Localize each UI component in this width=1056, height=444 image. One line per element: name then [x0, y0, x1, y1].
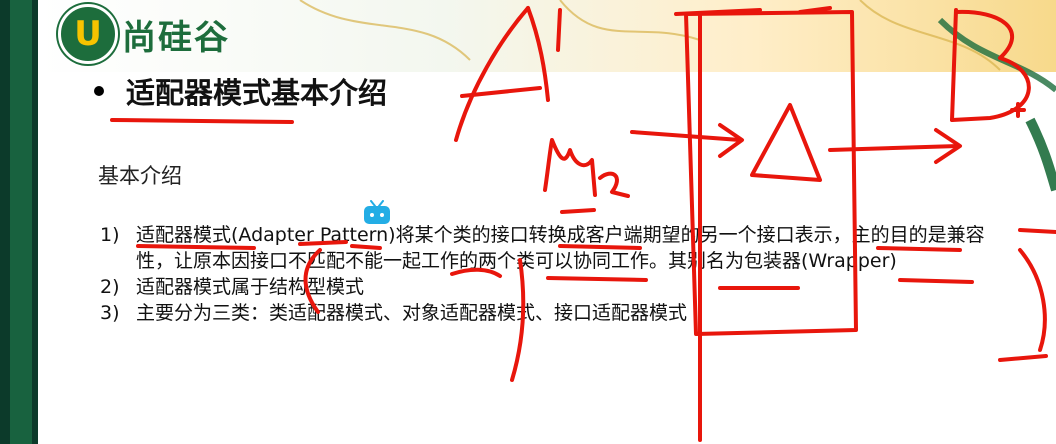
list-item-number: 1)	[100, 224, 120, 246]
logo-badge-icon: U	[58, 4, 118, 64]
left-border	[0, 0, 38, 444]
screen: U 尚硅谷 适配器模式基本介绍 基本介绍 1) 适配器模式(Adapter Pa…	[0, 0, 1056, 444]
section-label: 基本介绍	[98, 164, 182, 188]
left-border-stripe	[10, 0, 32, 444]
list-item-text: 适配器模式(Adapter Pattern)将某个类的接口转换成客户端期望的另一…	[136, 224, 985, 272]
bilibili-tv-icon	[364, 200, 390, 224]
slide-title: 适配器模式基本介绍	[126, 76, 388, 110]
logo-badge-letter: U	[74, 14, 102, 54]
bullet-icon	[94, 86, 104, 96]
list-item: 2) 适配器模式属于结构型模式	[100, 274, 1000, 300]
list-item-number: 2)	[100, 276, 120, 298]
slide-title-row: 适配器模式基本介绍	[94, 70, 387, 112]
slide: U 尚硅谷 适配器模式基本介绍 基本介绍 1) 适配器模式(Adapter Pa…	[38, 0, 1056, 444]
list-item: 1) 适配器模式(Adapter Pattern)将某个类的接口转换成客户端期望…	[100, 222, 1000, 274]
list-item: 3) 主要分为三类：类适配器模式、对象适配器模式、接口适配器模式	[100, 300, 1000, 326]
brand-logo: U 尚硅谷	[58, 4, 230, 64]
intro-list: 1) 适配器模式(Adapter Pattern)将某个类的接口转换成客户端期望…	[100, 222, 1000, 326]
list-item-number: 3)	[100, 302, 120, 324]
list-item-text: 适配器模式属于结构型模式	[136, 276, 365, 298]
list-item-text: 主要分为三类：类适配器模式、对象适配器模式、接口适配器模式	[136, 302, 688, 324]
logo-brand-text: 尚硅谷	[122, 17, 230, 58]
